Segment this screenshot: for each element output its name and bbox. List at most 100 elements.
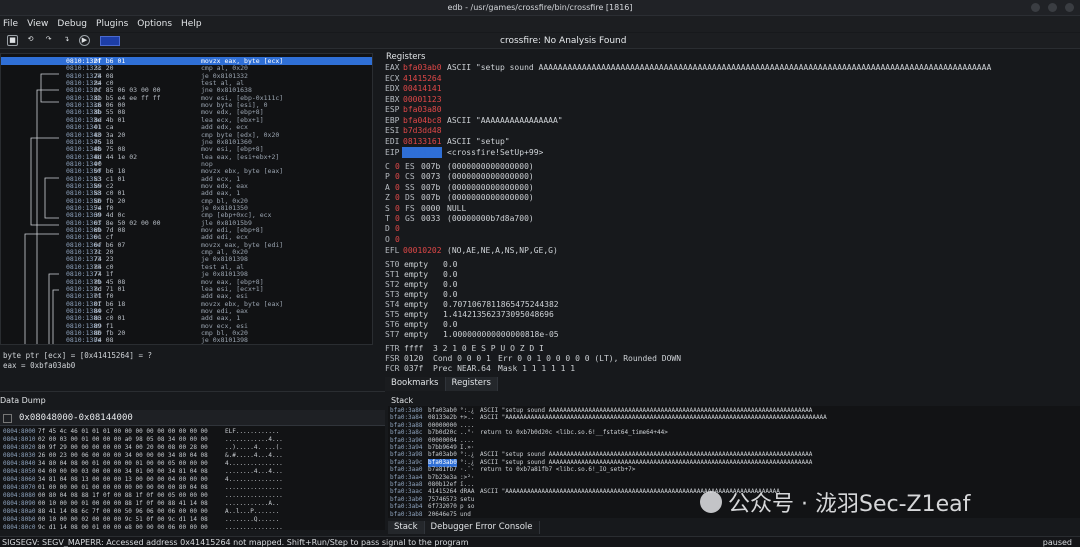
stack-ascii: und xyxy=(460,510,471,518)
register-value: b7d3dd48 xyxy=(403,126,442,135)
fpu-value: 1.414213562373095048696 xyxy=(443,310,554,319)
fpu-name: ST3 xyxy=(385,290,400,299)
tab-stack[interactable]: Stack xyxy=(388,521,425,534)
watermark: 公众号 · 泷羽Sec-Z1eaf xyxy=(700,486,970,518)
menu-options[interactable]: Options xyxy=(137,19,172,29)
stack-comment: return to 0xb7b0d20c <libc.so.6!__fstat6… xyxy=(480,429,668,437)
fpu-control-v: 0120 xyxy=(404,354,424,363)
segment-value: 0073 xyxy=(421,172,441,182)
segment-name: SS xyxy=(405,182,415,192)
fpu-name: ST6 xyxy=(385,320,400,329)
fpu-control-n: FTR xyxy=(385,344,400,353)
fpu-name: ST7 xyxy=(385,330,400,339)
segment-value: 0033 xyxy=(421,214,441,223)
segment-name: FS xyxy=(405,203,415,213)
splitter[interactable] xyxy=(0,391,385,392)
dump-address: 0804:80c0 xyxy=(3,524,36,530)
segment-name: DS xyxy=(405,193,415,203)
flag-name: P xyxy=(385,172,390,182)
register-value: 00010202 xyxy=(403,246,442,255)
segment-name: GS xyxy=(405,214,415,223)
stack-comment: return to 0xb7a81fb7 <libc.so.6!_IO_setb… xyxy=(480,466,636,474)
register-value: bfa04bc8 xyxy=(403,115,442,125)
register-value: 00414141 xyxy=(403,84,442,93)
stop-icon[interactable]: ■ xyxy=(7,35,18,46)
segment-value: 007b xyxy=(421,193,441,203)
status-message: SIGSEGV: SEGV_MAPERR: Accessed address 0… xyxy=(2,538,469,547)
tab-memory-region[interactable]: 0x08048000-0x08144000 xyxy=(19,413,133,423)
dump-address: 0804:8050 xyxy=(3,468,36,475)
status-bar: SIGSEGV: SEGV_MAPERR: Accessed address 0… xyxy=(0,536,1080,547)
menu-debug[interactable]: Debug xyxy=(57,19,87,29)
flag-value: 0 xyxy=(395,172,400,182)
flag-value: 0 xyxy=(395,203,400,213)
expression-line: eax = 0xbfa03ab0 xyxy=(3,361,76,370)
disassembly-view[interactable]: 0810:132f 0f b6 01 movzx eax, byte [ecx] 08… xyxy=(0,53,373,345)
dump-address: 0804:8020 xyxy=(3,444,36,451)
fpu-tag: empty xyxy=(404,290,429,299)
dump-hex: 9c d1 14 08 00 01 00 00 e8 00 00 00 06 0… xyxy=(38,524,208,530)
stack-value: 20646e75 xyxy=(428,510,457,518)
run-icon[interactable]: ▶ xyxy=(79,35,90,46)
instruction-text: je 0x8101398 xyxy=(201,336,248,345)
segment-name: CS xyxy=(405,172,415,182)
flag-value: 0 xyxy=(395,224,400,234)
fpu-value: 1.000000000000000818e-05 xyxy=(443,330,559,339)
fpu-control-cond: Cond 0 0 0 1 xyxy=(433,354,491,363)
expression-panel: byte ptr [ecx] = [0x41415264] = ? eax = … xyxy=(3,351,152,371)
step-into-icon[interactable]: ↴ xyxy=(61,35,72,46)
data-dump-title: Data Dump xyxy=(0,396,46,405)
segment-value: 007b xyxy=(421,182,441,192)
tab-bookmarks[interactable]: Bookmarks xyxy=(385,377,446,391)
menu-plugins[interactable]: Plugins xyxy=(96,19,128,29)
fpu-tag: empty xyxy=(404,270,429,279)
dump-address: 0804:80a0 xyxy=(3,508,36,515)
menu-help[interactable]: Help xyxy=(181,19,202,29)
data-dump-view[interactable]: 0804:8000 7f 45 4c 46 01 01 01 00 00 00 0… xyxy=(0,426,385,530)
restart-icon[interactable]: ⟲ xyxy=(25,35,36,46)
expression-line: byte ptr [ecx] = [0x41415264] = ? xyxy=(3,351,153,360)
step-over-icon[interactable]: ↷ xyxy=(43,35,54,46)
fpu-tag: empty xyxy=(404,280,429,289)
fpu-name: ST2 xyxy=(385,280,400,289)
segment-desc: (0000000000000000) xyxy=(447,162,534,171)
registers-tabbar: Bookmarks Registers xyxy=(385,377,1080,391)
register-name: ECX xyxy=(385,73,400,83)
tab-registers[interactable]: Registers xyxy=(445,377,498,391)
register-comment: (NO,AE,NE,A,NS,NP,GE,G) xyxy=(447,246,558,255)
flag-value: 0 xyxy=(395,214,400,223)
register-name: ESP xyxy=(385,105,400,114)
toolbar: ■ ⟲ ↷ ↴ ▶ crossfire: No Analysis Found xyxy=(0,33,1080,49)
fpu-value: 0.0 xyxy=(443,280,458,289)
flag-name: A xyxy=(385,182,390,192)
tab-debugger-error-console[interactable]: Debugger Error Console xyxy=(424,521,540,534)
menu-bar: File View Debug Plugins Options Help xyxy=(0,16,1080,32)
minimize-button[interactable] xyxy=(1031,3,1040,12)
fpu-tag: empty xyxy=(404,320,429,329)
maximize-button[interactable] xyxy=(1048,3,1057,12)
dump-address: 0804:8010 xyxy=(3,436,36,443)
close-button[interactable] xyxy=(1065,3,1074,12)
register-name: EBX xyxy=(385,94,400,104)
fpu-control-n: FSR xyxy=(385,354,400,363)
fpu-tag: empty xyxy=(404,330,429,339)
register-name: EDX xyxy=(385,84,400,93)
fpu-control-err: Err 0 0 1 0 0 0 0 0 (LT), Rounded DOWN xyxy=(498,354,682,363)
disasm-row[interactable]: 0810:138e 74 08 je 0x8101398 xyxy=(1,336,372,345)
flag-name: T xyxy=(385,214,390,223)
fpu-tag: empty xyxy=(404,260,429,269)
register-value: bfa03ab0 xyxy=(403,63,442,72)
dump-address: 0804:8030 xyxy=(3,452,36,459)
menu-view[interactable]: View xyxy=(27,19,48,29)
flag-name: Z xyxy=(385,193,390,203)
dump-address: 0804:80b0 xyxy=(3,516,36,523)
menu-file[interactable]: File xyxy=(3,19,18,29)
fpu-tag: empty xyxy=(404,300,429,309)
watermark-text: 公众号 · 泷羽Sec-Z1eaf xyxy=(728,492,971,517)
title-bar: edb - /usr/games/crossfire/bin/crossfire… xyxy=(0,0,1080,16)
debugger-state: paused xyxy=(1042,538,1072,547)
tab-icon xyxy=(3,414,12,423)
segment-desc: (0000000000000000) xyxy=(447,172,534,182)
flag-name: S xyxy=(385,203,390,213)
dump-row: 0804:80c0 9c d1 14 08 00 01 00 00 e8 00 0… xyxy=(3,523,283,530)
